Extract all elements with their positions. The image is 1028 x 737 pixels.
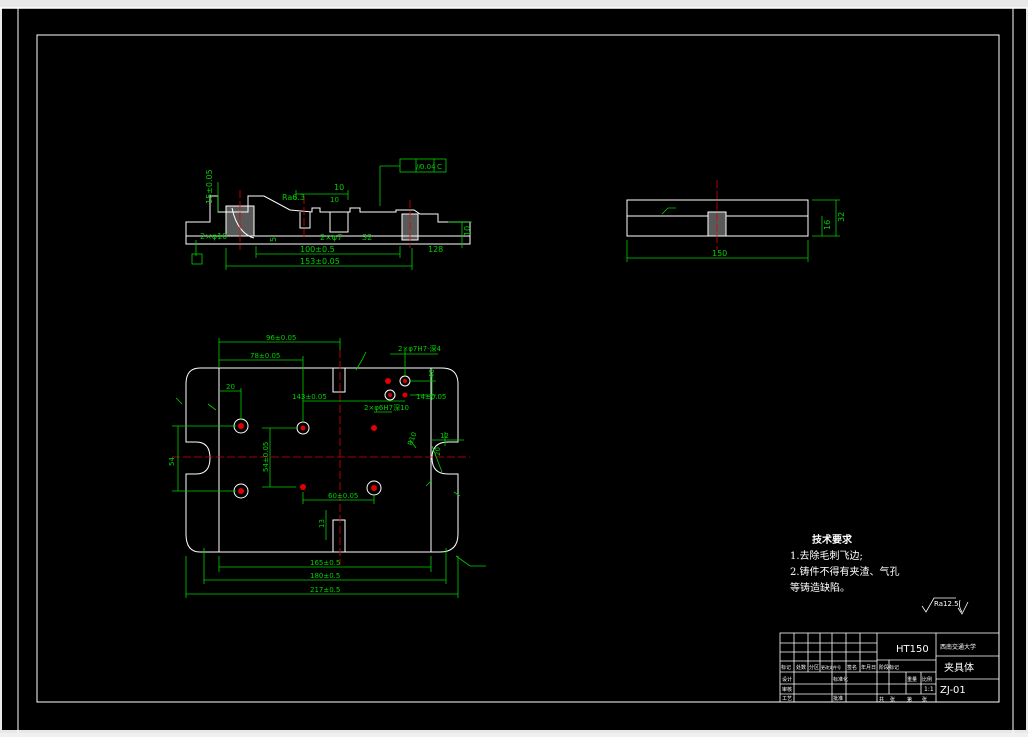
dim-right-14: 14±0.05 xyxy=(416,393,446,401)
side-width: 150 xyxy=(712,249,727,258)
tb-cell-count: 处数 xyxy=(796,664,806,671)
cad-drawing-viewport[interactable]: // 0.04 C 15±0.05 Ra6.3 10 10 2×φ7 2×φ10… xyxy=(0,0,1028,733)
dim-ref-63: Ra6.3 xyxy=(282,193,305,202)
tb-cell-approve: 批准 xyxy=(833,695,843,702)
tb-cell-review: 审核 xyxy=(782,686,792,693)
dim-bottom-217: 217±0.5 xyxy=(310,586,340,594)
drawing-no-label: ZJ-01 xyxy=(940,685,966,696)
dim-width-10: 10 xyxy=(334,183,344,192)
notes-line-3: 等铸造缺陷。 xyxy=(790,581,850,594)
dim-bottom-165: 165±0.5 xyxy=(310,559,340,567)
dim-bore: 2×φ7 xyxy=(320,233,342,242)
front-hatch-left xyxy=(225,205,255,237)
part-name-label: 夹具体 xyxy=(944,661,974,674)
dim-right-5: 5 xyxy=(269,237,278,242)
dim-top-20: 20 xyxy=(226,383,235,391)
dim-slot-10: 10 xyxy=(330,196,339,204)
tb-cell-zone: 分区 xyxy=(809,664,819,671)
tb-cell-mark: 标记 xyxy=(781,664,791,671)
dim-left-54: 54 xyxy=(168,457,176,466)
roughness-value: Ra12.5 xyxy=(934,600,959,608)
dim-mid-54: 54±0.05 xyxy=(262,442,270,472)
tb-cell-process: 工艺 xyxy=(782,696,792,702)
dim-right-128: 128 xyxy=(428,245,443,254)
tb-cell-ratio: 比例 xyxy=(922,676,932,683)
ratio-label: 1:1 xyxy=(924,686,934,693)
dim-right-40: 40 xyxy=(428,369,436,378)
dim-right-12: 12 xyxy=(440,432,449,440)
dim-top-78: 78±0.05 xyxy=(250,352,280,360)
dim-holes-upper-right: 2×φ7H7-深4 xyxy=(398,344,442,353)
tb-cell-standard: 标准化 xyxy=(833,676,848,683)
flatness-value: 0.04 xyxy=(420,163,436,171)
tb-cell-date: 年月日 xyxy=(861,664,876,671)
tb-cell-stage: 阶段标记 xyxy=(879,664,899,671)
dim-right-20: 20 xyxy=(434,447,442,456)
dim-small-13: 13 xyxy=(318,519,326,528)
drawing-background xyxy=(2,8,1026,730)
material-label: HT150 xyxy=(896,644,929,655)
tb-cell-sheet: 张 xyxy=(922,696,927,703)
tb-cell-no: 第 xyxy=(907,696,912,703)
dim-holes-mid-right: 2×φ6H7深10 xyxy=(364,403,409,412)
tb-cell-change: 更改文件号 xyxy=(821,664,841,670)
dim-right-10: 10 xyxy=(463,226,472,236)
dim-bottom-180: 180±0.5 xyxy=(310,572,340,580)
tb-cell-weight: 重量 xyxy=(907,676,917,683)
dim-mid-143: 143±0.05 xyxy=(292,393,327,401)
tb-cell-total: 共 xyxy=(879,696,884,703)
dim-len-100: 100±0.5 xyxy=(300,245,335,254)
dim-bottom-60: 60±0.05 xyxy=(328,492,358,500)
school-label: 西南交通大学 xyxy=(940,643,976,651)
flatness-datum: C xyxy=(437,163,442,171)
dim-height-15: 15±0.05 xyxy=(205,169,214,204)
side-h1: 16 xyxy=(823,220,832,230)
dim-top-96: 96±0.05 xyxy=(266,334,296,342)
tb-cell-sheets: 张 xyxy=(890,696,895,703)
dim-32: 32 xyxy=(362,233,372,242)
dim-len-153: 153±0.05 xyxy=(300,257,340,266)
side-h2: 32 xyxy=(837,212,846,222)
notes-title: 技术要求 xyxy=(812,533,853,546)
dim-dia-10: 2×φ10 xyxy=(200,232,227,241)
cad-drawing-canvas: // 0.04 C 15±0.05 Ra6.3 10 10 2×φ7 2×φ10… xyxy=(0,0,1028,733)
notes-line-1: 1.去除毛刺飞边; xyxy=(790,549,863,562)
tb-cell-design: 设计 xyxy=(782,676,792,683)
notes-line-2: 2.铸件不得有夹渣、气孔 xyxy=(790,565,900,578)
tb-cell-sign: 签名 xyxy=(847,664,857,671)
